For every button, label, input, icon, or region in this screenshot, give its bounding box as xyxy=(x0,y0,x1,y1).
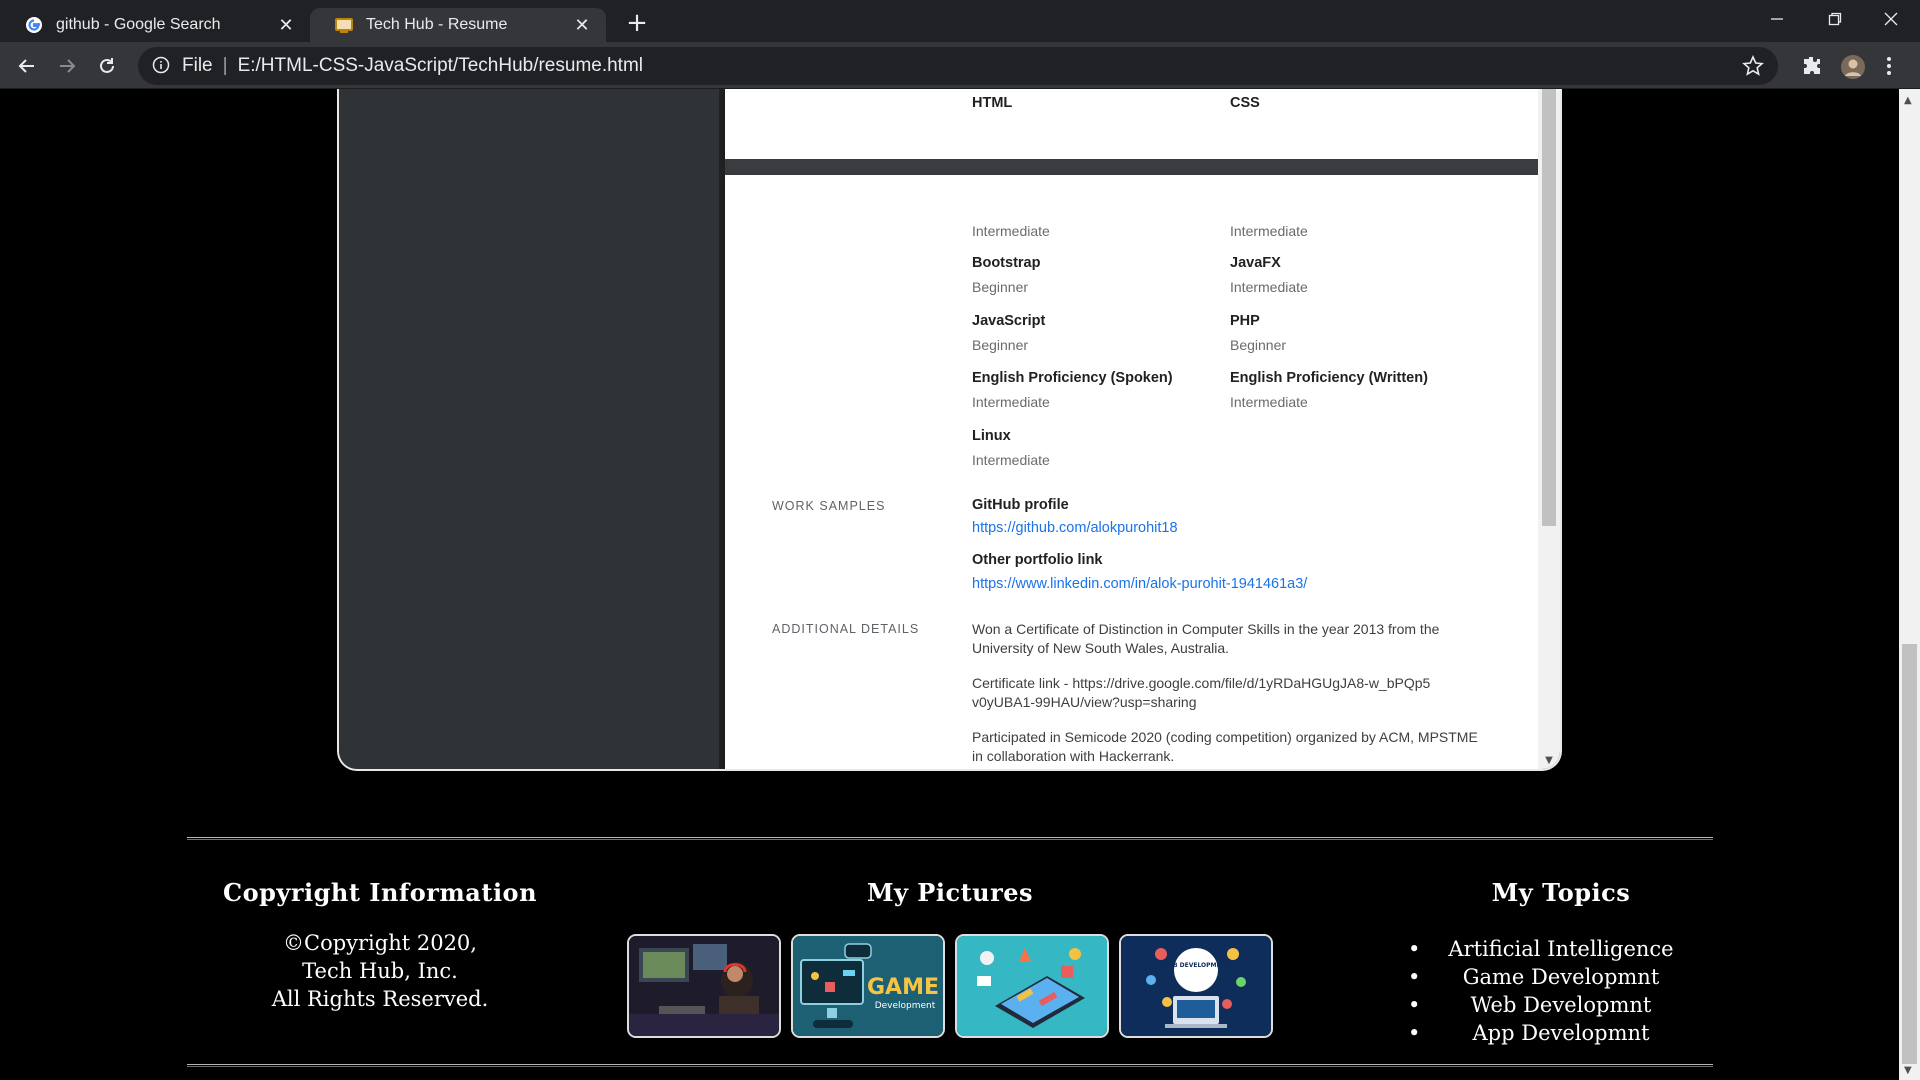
skill-level: Intermediate xyxy=(972,223,1050,239)
close-tab-icon[interactable]: ✕ xyxy=(572,15,592,35)
work-samples-label: WORK SAMPLES xyxy=(772,499,886,513)
skill-level: Beginner xyxy=(1230,337,1287,353)
copyright-line: Tech Hub, Inc. xyxy=(302,959,458,983)
bookmark-star-icon[interactable] xyxy=(1742,55,1764,77)
new-tab-icon[interactable]: + xyxy=(622,8,652,38)
more-menu-icon[interactable] xyxy=(1884,54,1908,78)
skill-level: Intermediate xyxy=(972,452,1050,468)
extensions-puzzle-icon[interactable] xyxy=(1800,54,1824,78)
url-scheme: File xyxy=(182,55,213,76)
resume-scrollbar-thumb[interactable] xyxy=(1542,89,1556,526)
url-separator: | xyxy=(222,55,228,76)
app-development-picture[interactable] xyxy=(955,934,1109,1038)
skill-level: Intermediate xyxy=(1230,223,1308,239)
skill-name: HTML xyxy=(972,95,1013,111)
pictures-section: My Pictures xyxy=(760,878,1140,907)
reload-icon[interactable] xyxy=(91,50,123,82)
skill-level: Intermediate xyxy=(972,394,1050,410)
tab-resume[interactable]: Tech Hub - Resume ✕ xyxy=(310,8,606,42)
topic-item[interactable]: Game Developmnt xyxy=(1390,963,1680,991)
footer-divider-bottom xyxy=(187,1064,1713,1067)
copyright-heading: Copyright Information xyxy=(222,878,538,907)
skills-card: Intermediate Intermediate Bootstrap Begi… xyxy=(725,175,1539,769)
skill-name: Linux xyxy=(972,428,1011,444)
back-arrow-icon[interactable] xyxy=(11,50,43,82)
scroll-down-icon[interactable]: ▼ xyxy=(1904,1065,1912,1076)
skill-name: English Proficiency (Written) xyxy=(1230,370,1428,386)
topics-section: My Topics xyxy=(1390,878,1680,907)
page-scrollbar-thumb[interactable] xyxy=(1902,644,1917,1064)
copyright-line: ©Copyright 2020, xyxy=(283,931,477,955)
github-profile-link[interactable]: https://github.com/alokpurohit18 xyxy=(972,520,1178,536)
topic-item[interactable]: App Developmnt xyxy=(1390,1019,1680,1047)
minimize-icon[interactable] xyxy=(1748,0,1806,38)
scroll-up-icon[interactable]: ▲ xyxy=(1904,95,1912,106)
url-text[interactable]: E:/HTML-CSS-JavaScript/TechHub/resume.ht… xyxy=(238,55,643,77)
skill-name: PHP xyxy=(1230,313,1260,329)
address-bar[interactable]: File | E:/HTML-CSS-JavaScript/TechHub/re… xyxy=(138,47,1778,85)
github-profile-title: GitHub profile xyxy=(972,497,1069,513)
portfolio-link-title: Other portfolio link xyxy=(972,552,1103,568)
card-gap xyxy=(725,159,1539,175)
forward-arrow-icon[interactable] xyxy=(51,50,83,82)
tab-title: github - Google Search xyxy=(56,16,221,33)
gaming-setup-picture[interactable] xyxy=(627,934,781,1038)
skill-level: Beginner xyxy=(972,279,1029,295)
topic-item[interactable]: Artificial Intelligence xyxy=(1390,935,1680,963)
topics-list: Artificial Intelligence Game Developmnt … xyxy=(1390,935,1680,1047)
browser-toolbar: File | E:/HTML-CSS-JavaScript/TechHub/re… xyxy=(0,42,1920,89)
web-development-picture[interactable]: WEB DEVELOPMENT xyxy=(1119,934,1273,1038)
profile-avatar-icon[interactable] xyxy=(1840,54,1865,79)
web-picture-text: WEB DEVELOPMENT xyxy=(1162,962,1230,969)
topic-item[interactable]: Web Developmnt xyxy=(1390,991,1680,1019)
resume-left-panel xyxy=(339,89,719,769)
skill-name: CSS xyxy=(1230,95,1260,111)
skill-name: JavaFX xyxy=(1230,255,1281,271)
browser-title-bar: github - Google Search ✕ Tech Hub - Resu… xyxy=(0,0,1920,42)
skills-card-top: HTML CSS xyxy=(725,89,1539,159)
scroll-down-icon[interactable]: ▼ xyxy=(1543,755,1555,766)
skill-level: Intermediate xyxy=(1230,394,1308,410)
tab-title: Tech Hub - Resume xyxy=(366,16,508,33)
techhub-icon xyxy=(334,15,354,35)
resume-frame: HTML CSS Intermediate Intermediate Boots… xyxy=(337,89,1562,771)
topics-heading: My Topics xyxy=(1491,878,1631,907)
game-picture-text: GAME xyxy=(867,975,939,1000)
close-window-icon[interactable] xyxy=(1862,0,1920,38)
skill-name: English Proficiency (Spoken) xyxy=(972,370,1173,386)
footer-divider-top xyxy=(187,837,1713,840)
tab-google-search[interactable]: github - Google Search ✕ xyxy=(0,8,310,42)
skill-name: JavaScript xyxy=(972,313,1046,329)
game-development-picture[interactable]: GAME Development xyxy=(791,934,945,1038)
close-tab-icon[interactable]: ✕ xyxy=(276,15,296,35)
copyright-section: Copyright Information ©Copyright 2020, T… xyxy=(200,878,560,1013)
google-g-icon xyxy=(24,15,44,35)
additional-details-label: ADDITIONAL DETAILS xyxy=(772,622,920,636)
page-scrollbar[interactable]: ▲ ▼ xyxy=(1899,89,1920,1080)
skill-level: Beginner xyxy=(972,337,1029,353)
portfolio-link[interactable]: https://www.linkedin.com/in/alok-purohit… xyxy=(972,576,1307,592)
resume-scrollbar[interactable]: ▼ xyxy=(1538,89,1560,769)
additional-paragraph: Participated in Semicode 2020 (coding co… xyxy=(972,729,1478,764)
skill-name: Bootstrap xyxy=(972,255,1041,271)
additional-paragraph: Won a Certificate of Distinction in Comp… xyxy=(972,621,1440,656)
game-picture-subtext: Development xyxy=(875,1001,936,1011)
copyright-line: All Rights Reserved. xyxy=(271,987,489,1011)
skill-level: Intermediate xyxy=(1230,279,1308,295)
pictures-heading: My Pictures xyxy=(866,878,1034,907)
info-icon[interactable] xyxy=(152,56,172,76)
restore-icon[interactable] xyxy=(1806,0,1864,38)
additional-paragraph: Certificate link - https://drive.google.… xyxy=(972,675,1431,710)
